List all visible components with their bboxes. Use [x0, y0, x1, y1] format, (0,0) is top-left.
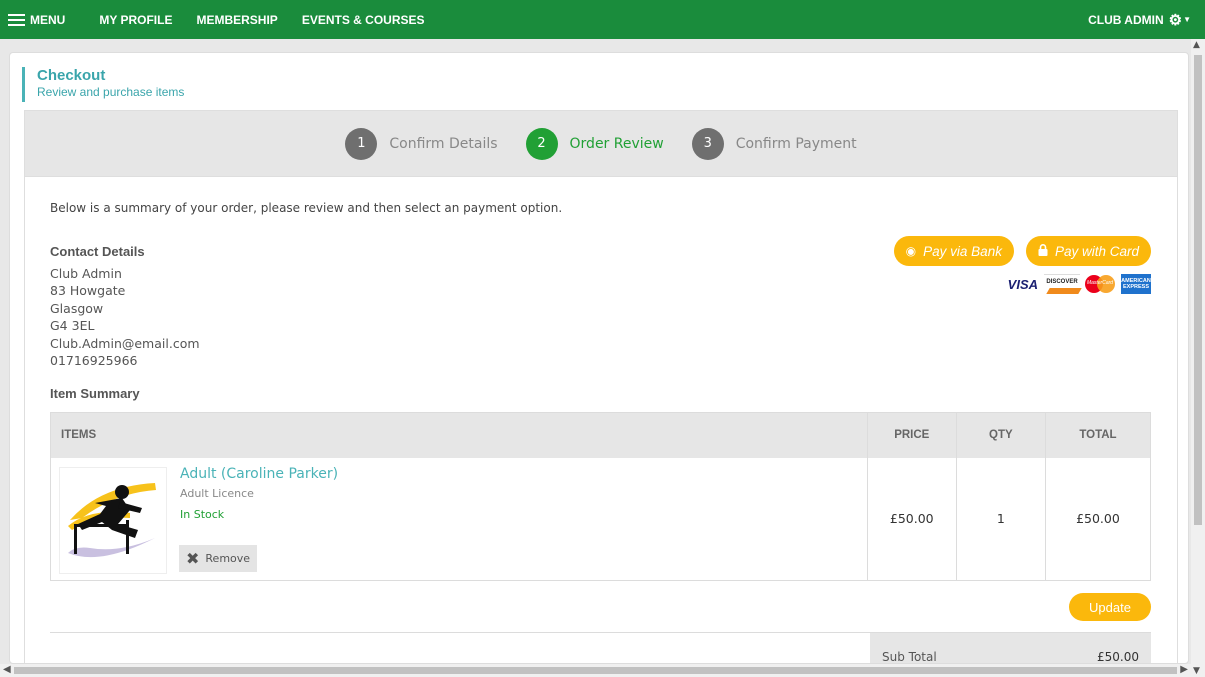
step-label: Confirm Payment [735, 135, 857, 152]
gear-icon: ⚙ [1168, 11, 1183, 29]
scroll-right-icon[interactable]: ▶ [1180, 664, 1188, 675]
product-type: Adult Licence [180, 486, 254, 500]
step-label: Order Review [569, 135, 664, 152]
step-confirm-payment[interactable]: 3 Confirm Payment [691, 127, 857, 160]
contact-name: Club Admin [50, 266, 122, 281]
scrollbar-thumb[interactable] [1194, 55, 1202, 525]
item-cell: Adult (Caroline Parker) Adult Licence In… [51, 458, 868, 581]
col-price: PRICE [866, 412, 957, 458]
discover-logo: DISCOVER [1044, 274, 1082, 294]
vertical-scrollbar[interactable]: ▲ ▼ [1191, 39, 1205, 677]
amex-logo: AMERICAN EXPRESS [1121, 274, 1151, 294]
step-confirm-details[interactable]: 1 Confirm Details [345, 127, 498, 160]
close-icon: ✖ [186, 548, 200, 568]
page-subtitle: Review and purchase items [37, 85, 185, 99]
intro-text: Below is a summary of your order, please… [50, 201, 563, 215]
top-navigation-bar: MENU MY PROFILE MEMBERSHIP EVENTS & COUR… [0, 0, 1205, 39]
col-total: TOTAL [1044, 412, 1151, 458]
items-table: ITEMS PRICE QTY TOTAL Adult (Caroline Pa… [50, 412, 1151, 581]
checkout-steps: 1 Confirm Details 2 Order Review 3 Confi… [24, 110, 1178, 177]
subtotal-label: Sub Total [882, 650, 937, 664]
scroll-up-icon[interactable]: ▲ [1193, 40, 1200, 50]
stock-status: In Stock [180, 507, 225, 521]
contact-phone: 01716925966 [50, 353, 138, 369]
step-number: 2 [525, 127, 558, 160]
nav-events-courses[interactable]: EVENTS & COURSES [302, 13, 425, 27]
total-cell: £50.00 [1044, 457, 1151, 581]
update-button[interactable]: Update [1069, 593, 1151, 621]
step-number: 1 [345, 127, 378, 160]
col-items: ITEMS [50, 412, 868, 458]
scroll-down-icon[interactable]: ▼ [1193, 666, 1200, 676]
hurdler-image [59, 466, 167, 574]
col-qty: QTY [955, 412, 1046, 458]
horizontal-scrollbar[interactable]: ◀ ▶ [0, 664, 1191, 677]
remove-label: Remove [205, 551, 251, 565]
contact-address: 83 Howgate [50, 283, 126, 299]
hamburger-icon [8, 13, 25, 26]
item-summary-heading: Item Summary [50, 386, 140, 401]
lock-icon [1038, 243, 1048, 259]
step-order-review[interactable]: 2 Order Review [525, 127, 664, 160]
user-menu[interactable]: CLUB ADMIN ⚙ ▼ [1088, 11, 1191, 29]
nav-my-profile[interactable]: MY PROFILE [99, 13, 172, 27]
checkout-panel: Checkout Review and purchase items 1 Con… [9, 52, 1189, 664]
order-review-body: Below is a summary of your order, please… [24, 177, 1178, 664]
step-label: Confirm Details [389, 135, 498, 152]
mastercard-text: MasterCard [1086, 280, 1114, 286]
caret-down-icon: ▼ [1183, 15, 1191, 24]
pay-with-card-button[interactable]: Pay with Card [1025, 236, 1151, 266]
contact-city: Glasgow [50, 300, 104, 316]
eye-icon: ◉ [905, 244, 917, 258]
qty-cell: 1 [955, 457, 1046, 581]
table-row: Adult (Caroline Parker) Adult Licence In… [51, 457, 1151, 581]
contact-email: Club.Admin@email.com [50, 335, 200, 351]
user-label: CLUB ADMIN [1088, 12, 1164, 27]
page-heading: Checkout Review and purchase items [22, 67, 184, 102]
subtotal-row: Sub Total £50.00 [870, 633, 1151, 664]
scrollbar-thumb[interactable] [14, 667, 1177, 674]
pay-with-card-label: Pay with Card [1054, 243, 1139, 259]
product-name-link[interactable]: Adult (Caroline Parker) [180, 466, 338, 482]
accepted-cards: VISA DISCOVER MasterCard AMERICAN EXPRESS [1008, 274, 1151, 294]
remove-button[interactable]: ✖ Remove [179, 544, 257, 572]
scroll-left-icon[interactable]: ◀ [3, 664, 11, 675]
mastercard-logo: MasterCard [1085, 275, 1115, 293]
contact-heading: Contact Details [50, 244, 145, 259]
contact-postcode: G4 3EL [50, 318, 95, 334]
subtotal-value: £50.00 [1097, 650, 1139, 664]
payment-buttons: ◉ Pay via Bank Pay with Card [882, 236, 1151, 266]
page-title: Checkout [37, 67, 106, 84]
price-cell: £50.00 [866, 457, 957, 581]
pay-via-bank-button[interactable]: ◉ Pay via Bank [893, 236, 1014, 266]
menu-button[interactable]: MENU [8, 13, 65, 27]
nav-membership[interactable]: MEMBERSHIP [196, 13, 277, 27]
step-number: 3 [691, 127, 724, 160]
contact-details: Club Admin 83 Howgate Glasgow G4 3EL Clu… [50, 265, 200, 369]
pay-via-bank-label: Pay via Bank [923, 243, 1002, 259]
discover-text: DISCOVER [1046, 279, 1078, 285]
amex-text-2: EXPRESS [1123, 284, 1149, 290]
visa-logo: VISA [1007, 276, 1038, 292]
menu-label: MENU [30, 12, 66, 27]
